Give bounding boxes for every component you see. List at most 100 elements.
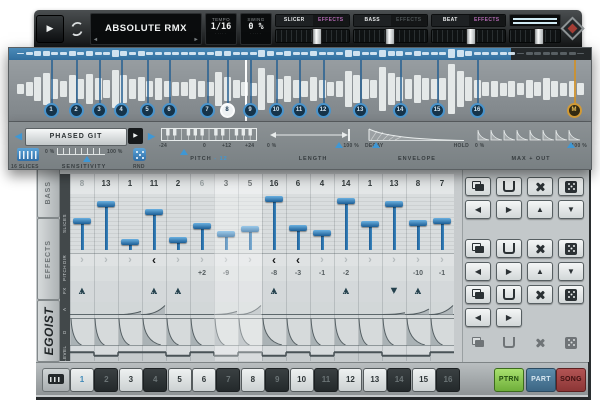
slice-number-cell[interactable]: 7 — [430, 174, 454, 194]
slice-slider-handle[interactable] — [289, 225, 307, 231]
beat-tab[interactable]: BEAT — [432, 15, 469, 26]
slice-number-cell[interactable]: 5 — [238, 174, 262, 194]
shift-right-button[interactable]: ▶ — [496, 262, 522, 281]
pattern-step-12[interactable]: 12 — [338, 368, 362, 392]
pitch-cell[interactable] — [382, 266, 406, 281]
preset-next-icon[interactable]: ▸ — [194, 37, 198, 43]
pitch-control[interactable]: -24 0 +12 +24 PITCH - 12 — [159, 126, 259, 166]
pattern-step-7[interactable]: 7 — [216, 368, 240, 392]
slice-marker-2[interactable]: 2 — [69, 103, 84, 118]
paste-button[interactable] — [496, 177, 522, 196]
slice-number-cell[interactable]: 8 — [406, 174, 430, 194]
sidebar-tab-effects[interactable]: EFFECTS — [37, 218, 60, 300]
mode-song-button[interactable]: SONG — [556, 368, 586, 392]
fx-cell[interactable]: ▼fx — [382, 281, 406, 302]
pitch-cell[interactable] — [166, 266, 190, 281]
slice-number-cell[interactable]: 2 — [166, 174, 190, 194]
pattern-step-16[interactable]: 16 — [436, 368, 460, 392]
beat-effects-tab[interactable]: EFFECTS — [469, 15, 506, 26]
pitch-cell[interactable] — [94, 266, 118, 281]
fx-cell[interactable]: ▲fx — [70, 281, 94, 302]
shift-up-button[interactable]: ▲ — [527, 262, 553, 281]
mode-pattern-button[interactable]: PTRN — [494, 368, 524, 392]
envelope-control[interactable]: DECAY HOLD ENVELOPE — [365, 126, 469, 166]
pattern-step-2[interactable]: 2 — [94, 368, 118, 392]
slice-slider-handle[interactable] — [337, 198, 355, 204]
beat-volume-slider[interactable] — [431, 29, 506, 43]
pitch-cell[interactable]: +2 — [190, 266, 214, 281]
shift-right-button[interactable]: ▶ — [496, 308, 522, 327]
slice-marker-3[interactable]: 3 — [92, 103, 107, 118]
pitch-cell[interactable] — [70, 266, 94, 281]
preset-advance-button[interactable]: ▶ — [128, 128, 143, 144]
slider-handle[interactable] — [534, 28, 544, 45]
slice-number-cell[interactable]: 16 — [262, 174, 286, 194]
slicer-effects-tab[interactable]: EFFECTS — [313, 15, 350, 26]
fx-cell[interactable]: ▲fx — [262, 281, 286, 302]
slice-marker-14[interactable]: 14 — [393, 103, 408, 118]
preset-display[interactable]: ABSOLUTE RMX ◂ ▸ — [90, 13, 202, 45]
bass-volume-slider[interactable] — [353, 29, 428, 43]
slice-marker-12[interactable]: 12 — [316, 103, 331, 118]
clear-button[interactable] — [527, 285, 553, 304]
slice-number-cell[interactable]: 4 — [310, 174, 334, 194]
slice-slider-handle[interactable] — [169, 237, 187, 243]
slice-slider-handle[interactable] — [313, 230, 331, 236]
pattern-step-15[interactable]: 15 — [412, 368, 436, 392]
randomize-button[interactable] — [558, 333, 584, 352]
pattern-step-3[interactable]: 3 — [119, 368, 143, 392]
pitch-marker[interactable] — [180, 149, 188, 155]
bass-tab[interactable]: BASS — [354, 15, 391, 26]
pattern-step-13[interactable]: 13 — [363, 368, 387, 392]
clear-button[interactable] — [527, 177, 553, 196]
slice-slider-handle[interactable] — [217, 231, 235, 237]
slice-number-cell[interactable]: 1 — [358, 174, 382, 194]
mode-part-button[interactable]: PART — [526, 368, 556, 392]
fx-cell[interactable]: ▲fx — [142, 281, 166, 302]
length-marker[interactable] — [335, 142, 343, 148]
slice-marker-8[interactable]: 8 — [220, 103, 235, 118]
shift-down-button[interactable]: ▼ — [558, 200, 584, 219]
copy-button[interactable] — [465, 177, 491, 196]
slice-marker-10[interactable]: 10 — [269, 103, 284, 118]
slice-marker-1[interactable]: 1 — [44, 103, 59, 118]
bass-effects-tab[interactable]: EFFECTS — [391, 15, 428, 26]
slice-slider-handle[interactable] — [361, 221, 379, 227]
tempo-box[interactable]: TEMPO 1/16 ····· — [205, 13, 237, 45]
slice-marker-6[interactable]: 6 — [162, 103, 177, 118]
pattern-step-6[interactable]: 6 — [192, 368, 216, 392]
slice-marker-13[interactable]: 13 — [353, 103, 368, 118]
slice-marker-16[interactable]: 16 — [470, 103, 485, 118]
decay-row[interactable] — [70, 317, 454, 347]
fx-cell[interactable]: ▲fx — [166, 281, 190, 302]
shift-up-button[interactable]: ▲ — [527, 200, 553, 219]
copy-button[interactable] — [465, 285, 491, 304]
slice-number-cell[interactable]: 11 — [142, 174, 166, 194]
shift-left-button[interactable]: ◀ — [465, 308, 491, 327]
slice-number-cell[interactable]: 13 — [94, 174, 118, 194]
preset-prev-icon[interactable]: ◂ — [94, 37, 98, 43]
slice-slider-handle[interactable] — [145, 209, 163, 215]
pattern-step-8[interactable]: 8 — [241, 368, 265, 392]
pitch-cell[interactable] — [238, 266, 262, 281]
level-row[interactable] — [70, 347, 454, 361]
loop-button[interactable] — [67, 16, 87, 42]
slice-number-cell[interactable]: 1 — [118, 174, 142, 194]
swing-box[interactable]: SWING 0 % ····· — [240, 13, 272, 45]
pattern-step-14[interactable]: 14 — [387, 368, 411, 392]
shift-left-button[interactable]: ◀ — [465, 262, 491, 281]
pitch-cell[interactable]: -1 — [430, 266, 454, 281]
slice-slider-handle[interactable] — [97, 201, 115, 207]
slider-handle[interactable] — [312, 28, 322, 45]
slice-marker-4[interactable]: 4 — [114, 103, 129, 118]
slice-marker-5[interactable]: 5 — [140, 103, 155, 118]
attack-row[interactable] — [70, 302, 454, 317]
randomize-button[interactable] — [558, 285, 584, 304]
sidebar-tab-bass[interactable]: BASS — [37, 168, 60, 218]
clear-button[interactable] — [527, 333, 553, 352]
shift-left-button[interactable]: ◀ — [465, 200, 491, 219]
tempo-value[interactable]: 1/16 — [206, 22, 236, 32]
keyboard-button[interactable] — [42, 368, 70, 392]
slice-number-cell[interactable]: 8 — [70, 174, 94, 194]
slice-number-cell[interactable]: 6 — [286, 174, 310, 194]
